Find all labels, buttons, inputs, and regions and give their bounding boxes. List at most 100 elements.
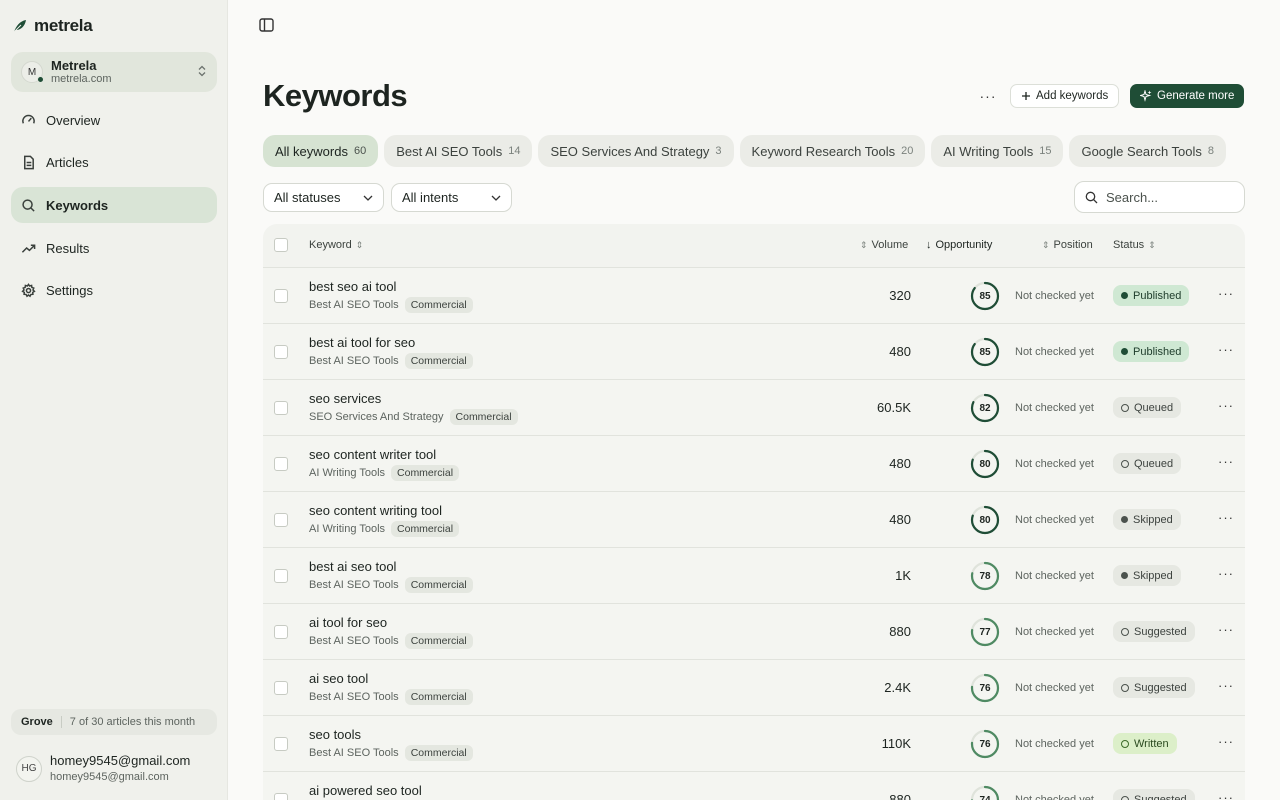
workspace-switcher[interactable]: M Metrela metrela.com <box>11 52 217 92</box>
brand-logo[interactable]: metrela <box>12 16 93 36</box>
intent-filter-select[interactable]: All intents <box>391 183 512 212</box>
tab-best-ai-seo-tools[interactable]: Best AI SEO Tools 14 <box>384 135 533 167</box>
intent-badge: Commercial <box>404 689 473 705</box>
row-checkbox[interactable] <box>274 345 288 359</box>
keyword-text[interactable]: seo services <box>309 391 381 406</box>
keyword-meta: Best AI SEO Tools Commercial <box>309 353 473 369</box>
row-checkbox[interactable] <box>274 513 288 527</box>
row-actions-button[interactable]: ··· <box>1218 286 1234 301</box>
row-actions-button[interactable]: ··· <box>1218 454 1234 469</box>
keywords-table: Keyword ⇕ ⇕ Volume ↓ Opportunity ⇕ Position … <box>263 224 1245 800</box>
keyword-text[interactable]: best seo ai tool <box>309 279 396 294</box>
row-actions-button[interactable]: ··· <box>1218 734 1234 749</box>
tab-count: 3 <box>715 145 722 157</box>
more-icon: ··· <box>979 88 997 104</box>
keyword-text[interactable]: ai seo tool <box>309 671 368 686</box>
tab-seo-services-and-strategy[interactable]: SEO Services And Strategy 3 <box>538 135 734 167</box>
intent-badge: Commercial <box>404 297 473 313</box>
row-checkbox[interactable] <box>274 625 288 639</box>
table-row[interactable]: ai tool for seo Best AI SEO Tools Commer… <box>263 603 1245 659</box>
row-actions-button[interactable]: ··· <box>1218 342 1234 357</box>
tab-ai-writing-tools[interactable]: AI Writing Tools 15 <box>931 135 1064 167</box>
keyword-text[interactable]: best ai seo tool <box>309 559 396 574</box>
add-keywords-button[interactable]: Add keywords <box>1010 84 1120 108</box>
row-checkbox[interactable] <box>274 793 288 800</box>
row-checkbox[interactable] <box>274 737 288 751</box>
row-actions-button[interactable]: ··· <box>1218 790 1234 800</box>
row-actions-button[interactable]: ··· <box>1218 510 1234 525</box>
status-label: Published <box>1133 289 1182 302</box>
keyword-text[interactable]: seo content writer tool <box>309 447 436 462</box>
column-status[interactable]: Status ⇕ <box>1113 239 1156 251</box>
table-row[interactable]: seo content writing tool AI Writing Tool… <box>263 491 1245 547</box>
sidebar: metrela M Metrela metrela.com Overview A… <box>0 0 228 800</box>
generate-more-button[interactable]: Generate more <box>1130 84 1245 108</box>
table-row[interactable]: seo services SEO Services And Strategy C… <box>263 379 1245 435</box>
row-checkbox[interactable] <box>274 289 288 303</box>
table-row[interactable]: ai seo tool Best AI SEO Tools Commercial… <box>263 659 1245 715</box>
status-badge[interactable]: Suggested <box>1113 677 1195 698</box>
volume-value: 880 <box>889 792 911 800</box>
sidebar-item-settings[interactable]: Settings <box>11 273 217 309</box>
tab-keyword-research-tools[interactable]: Keyword Research Tools 20 <box>739 135 926 167</box>
tab-all-keywords[interactable]: All keywords 60 <box>263 135 379 167</box>
plan-usage-text: 7 of 30 articles this month <box>69 716 196 728</box>
status-badge[interactable]: Skipped <box>1113 565 1181 586</box>
filled-dot-icon <box>1121 348 1128 355</box>
table-row[interactable]: best seo ai tool Best AI SEO Tools Comme… <box>263 267 1245 323</box>
status-badge[interactable]: Suggested <box>1113 621 1195 642</box>
row-actions-button[interactable]: ··· <box>1218 678 1234 693</box>
more-options-button[interactable]: ··· <box>975 86 1001 106</box>
column-opportunity[interactable]: ↓ Opportunity <box>926 239 992 251</box>
status-filter-select[interactable]: All statuses <box>263 183 384 212</box>
status-badge[interactable]: Queued <box>1113 453 1182 474</box>
table-row[interactable]: best ai tool for seo Best AI SEO Tools C… <box>263 323 1245 379</box>
row-checkbox[interactable] <box>274 401 288 415</box>
keyword-text[interactable]: seo tools <box>309 727 361 742</box>
keyword-text[interactable]: best ai tool for seo <box>309 335 415 350</box>
sidebar-item-keywords[interactable]: Keywords <box>11 187 217 224</box>
volume-value: 880 <box>889 624 911 639</box>
column-keyword[interactable]: Keyword ⇕ <box>309 239 363 251</box>
keyword-meta: Best AI SEO Tools Commercial <box>309 689 473 705</box>
position-value: Not checked yet <box>1015 682 1094 694</box>
row-checkbox[interactable] <box>274 569 288 583</box>
table-row[interactable]: best ai seo tool Best AI SEO Tools Comme… <box>263 547 1245 603</box>
row-checkbox[interactable] <box>274 681 288 695</box>
sidebar-item-articles[interactable]: Articles <box>11 145 217 181</box>
user-menu[interactable]: HG homey9545@gmail.com homey9545@gmail.c… <box>16 753 190 784</box>
status-badge[interactable]: Suggested <box>1113 789 1195 800</box>
column-position[interactable]: ⇕ Position <box>1042 239 1093 251</box>
status-badge[interactable]: Skipped <box>1113 509 1181 530</box>
sidebar-item-overview[interactable]: Overview <box>11 102 217 138</box>
keyword-text[interactable]: ai tool for seo <box>309 615 387 630</box>
page-title: Keywords <box>263 78 408 113</box>
circle-icon <box>1121 683 1129 692</box>
sidebar-item-results[interactable]: Results <box>11 230 217 266</box>
status-badge[interactable]: Published <box>1113 285 1190 306</box>
row-actions-button[interactable]: ··· <box>1218 622 1234 637</box>
avatar: HG <box>16 755 42 782</box>
sidebar-toggle-icon[interactable] <box>259 18 274 32</box>
search-icon <box>22 199 35 212</box>
table-row[interactable]: ai powered seo tool Best AI SEO Tools Co… <box>263 771 1245 800</box>
row-actions-button[interactable]: ··· <box>1218 566 1234 581</box>
status-label: Written <box>1134 737 1169 750</box>
status-badge[interactable]: Published <box>1113 341 1190 362</box>
column-volume[interactable]: ⇕ Volume <box>860 239 908 251</box>
status-badge[interactable]: Queued <box>1113 397 1182 418</box>
keyword-text[interactable]: ai powered seo tool <box>309 783 422 798</box>
row-actions-button[interactable]: ··· <box>1218 398 1234 413</box>
keyword-meta: Best AI SEO Tools Commercial <box>309 297 473 313</box>
brand-name: metrela <box>34 16 93 35</box>
tab-google-search-tools[interactable]: Google Search Tools 8 <box>1069 135 1227 167</box>
table-row[interactable]: seo tools Best AI SEO Tools Commercial 1… <box>263 715 1245 771</box>
keyword-text[interactable]: seo content writing tool <box>309 503 442 518</box>
volume-value: 110K <box>881 736 911 751</box>
table-row[interactable]: seo content writer tool AI Writing Tools… <box>263 435 1245 491</box>
row-checkbox[interactable] <box>274 457 288 471</box>
select-all-checkbox[interactable] <box>274 238 288 252</box>
search-input[interactable] <box>1106 189 1226 205</box>
plan-usage[interactable]: Grove 7 of 30 articles this month <box>11 709 217 735</box>
status-badge[interactable]: Written <box>1113 733 1177 754</box>
